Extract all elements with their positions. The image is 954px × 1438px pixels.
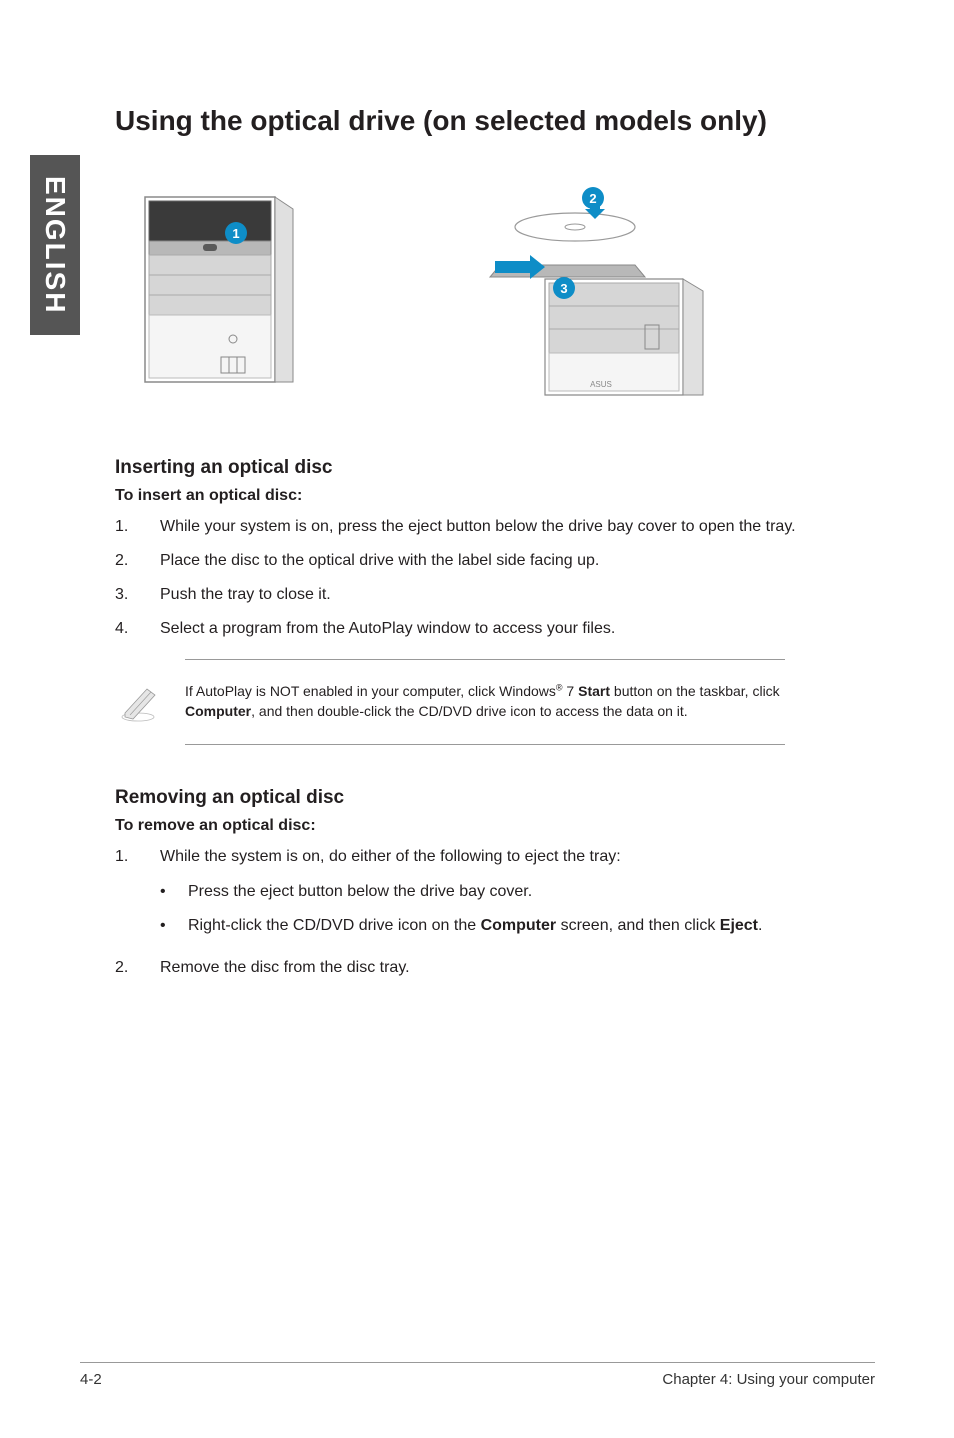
step-text: While your system is on, press the eject… [160, 515, 845, 539]
step-number: 2. [115, 549, 160, 573]
callout-1: 1 [225, 222, 247, 244]
bullet-list: •Press the eject button below the drive … [160, 879, 845, 938]
note-divider-top [185, 659, 785, 660]
bullet-marker: • [160, 913, 188, 939]
step-number: 1. [115, 845, 160, 946]
bullet-item: •Right-click the CD/DVD drive icon on th… [160, 913, 845, 939]
svg-text:ASUS: ASUS [590, 380, 612, 389]
b2-pre: Right-click the CD/DVD drive icon on the [188, 917, 481, 934]
list-item: 4.Select a program from the AutoPlay win… [115, 617, 845, 641]
note-divider-bottom [185, 744, 785, 745]
note-text: If AutoPlay is NOT enabled in your compu… [185, 681, 795, 722]
list-item: 3.Push the tray to close it. [115, 583, 845, 607]
remove-section: Removing an optical disc To remove an op… [115, 787, 845, 980]
figure-1: 1 [125, 187, 405, 397]
note-computer-word: Computer [185, 703, 251, 719]
step-number: 1. [115, 515, 160, 539]
note-pre: If AutoPlay is NOT enabled in your compu… [185, 683, 556, 699]
callout-2: 2 [582, 187, 604, 209]
step-text: Place the disc to the optical drive with… [160, 549, 845, 573]
figure-2: ASUS 2 3 [445, 187, 725, 397]
note-mid1: 7 [563, 683, 579, 699]
page-content: Using the optical drive (on selected mod… [115, 105, 845, 998]
b2-post: . [758, 917, 762, 934]
bullet-marker: • [160, 879, 188, 905]
b2-computer: Computer [481, 917, 557, 934]
insert-heading: Inserting an optical disc [115, 457, 845, 479]
b2-mid: screen, and then click [556, 917, 720, 934]
note-pencil-icon [115, 683, 161, 723]
remove-subheading: To remove an optical disc: [115, 817, 845, 835]
insert-subheading: To insert an optical disc: [115, 487, 845, 505]
chapter-label: Chapter 4: Using your computer [662, 1371, 875, 1388]
language-tab: ENGLISH [30, 155, 80, 335]
tower-front-illustration [125, 187, 305, 387]
step-number: 4. [115, 617, 160, 641]
step-text: Remove the disc from the disc tray. [160, 956, 845, 980]
note-box: If AutoPlay is NOT enabled in your compu… [115, 672, 795, 732]
step-text: While the system is on, do either of the… [160, 845, 845, 946]
remove-steps: 1. While the system is on, do either of … [115, 845, 845, 980]
list-item: 2.Place the disc to the optical drive wi… [115, 549, 845, 573]
note-sup: ® [556, 682, 563, 692]
tower-insert-illustration: ASUS [445, 187, 725, 397]
step-number: 3. [115, 583, 160, 607]
figure-row: 1 ASUS [125, 187, 845, 397]
step1-intro: While the system is on, do either of the… [160, 848, 621, 865]
page-title: Using the optical drive (on selected mod… [115, 105, 845, 137]
step-text: Select a program from the AutoPlay windo… [160, 617, 845, 641]
page-number: 4-2 [80, 1371, 102, 1388]
callout-3: 3 [553, 277, 575, 299]
page-footer: 4-2 Chapter 4: Using your computer [80, 1362, 875, 1388]
bullet-text: Press the eject button below the drive b… [188, 879, 532, 905]
insert-steps: 1.While your system is on, press the eje… [115, 515, 845, 641]
list-item: 1.While your system is on, press the eje… [115, 515, 845, 539]
list-item: 2.Remove the disc from the disc tray. [115, 956, 845, 980]
list-item: 1. While the system is on, do either of … [115, 845, 845, 946]
note-post: , and then double-click the CD/DVD drive… [251, 703, 688, 719]
remove-heading: Removing an optical disc [115, 787, 845, 809]
bullet-text: Right-click the CD/DVD drive icon on the… [188, 913, 762, 939]
bullet-item: •Press the eject button below the drive … [160, 879, 845, 905]
note-start-word: Start [578, 683, 610, 699]
step-text: Push the tray to close it. [160, 583, 845, 607]
step-number: 2. [115, 956, 160, 980]
b2-eject: Eject [720, 917, 758, 934]
note-mid2: button on the taskbar, click [610, 683, 780, 699]
